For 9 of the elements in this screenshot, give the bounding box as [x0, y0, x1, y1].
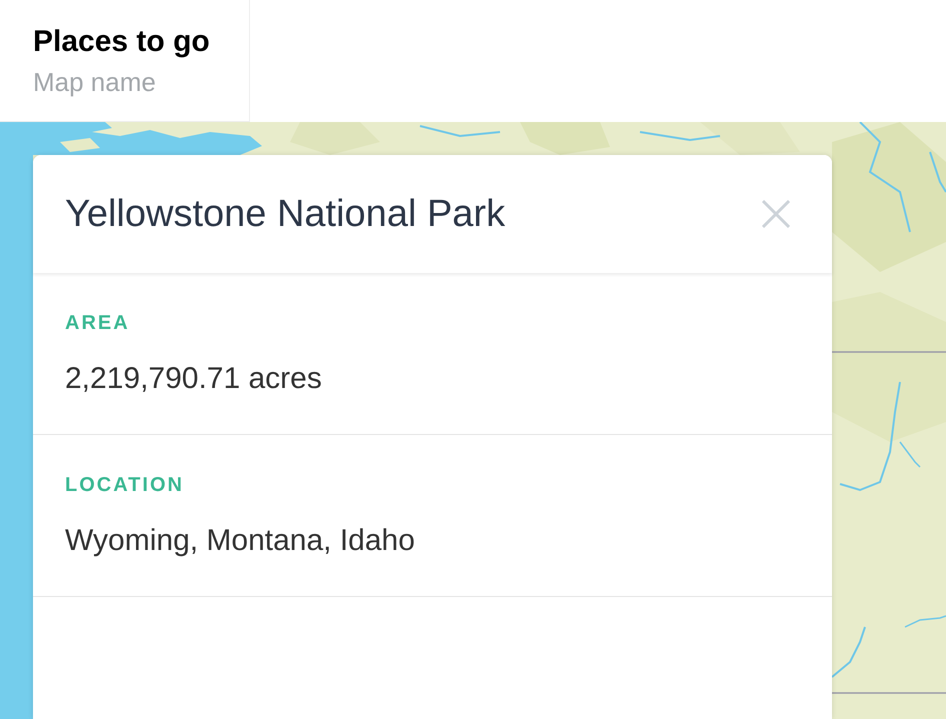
place-title: Yellowstone National Park	[65, 192, 506, 237]
close-button[interactable]	[762, 200, 790, 228]
field-value: 2,219,790.71 acres	[65, 361, 322, 397]
map-name-label: Map name	[33, 66, 156, 98]
map-title: Places to go	[33, 24, 210, 60]
field-value: Wyoming, Montana, Idaho	[65, 523, 415, 559]
field-label: AREA	[65, 311, 130, 335]
field-label: LOCATION	[65, 473, 184, 497]
close-icon	[762, 200, 790, 228]
